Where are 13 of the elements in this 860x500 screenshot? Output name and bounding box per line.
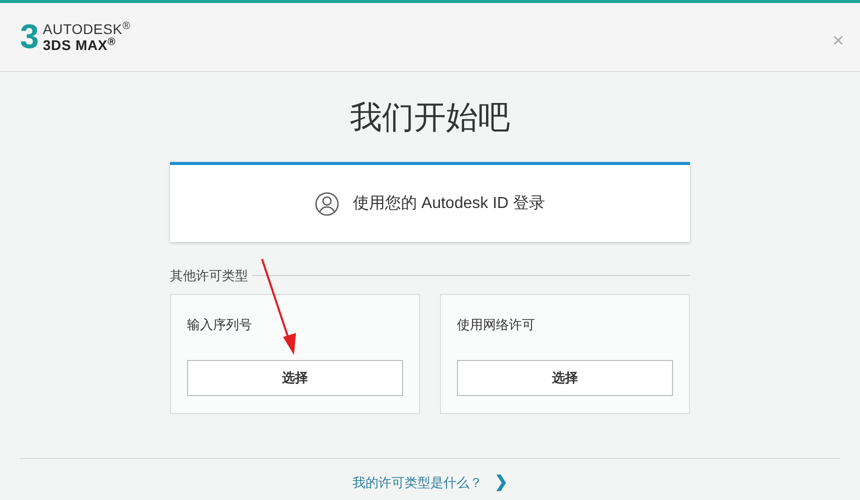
select-button[interactable]: 选择: [457, 360, 673, 396]
option-label: 使用网络许可: [457, 316, 536, 334]
option-label: 输入序列号: [187, 316, 253, 334]
logo-mark: 3: [20, 20, 39, 54]
brand-name: AUTODESK$^{®}$: [42, 22, 131, 36]
sign-in-card[interactable]: 使用您的 Autodesk ID 登录: [170, 162, 690, 242]
product-name: 3DS MAX$^{®}$: [42, 38, 117, 52]
select-button[interactable]: 选择: [187, 360, 403, 396]
user-icon: [314, 192, 339, 216]
section-label: 其他许可类型: [170, 267, 248, 285]
page-title: 我们开始吧: [350, 98, 510, 137]
chevron-icon: ❯: [494, 470, 508, 494]
license-type-link[interactable]: 我的许可类型是什么？ ❯: [352, 470, 508, 494]
